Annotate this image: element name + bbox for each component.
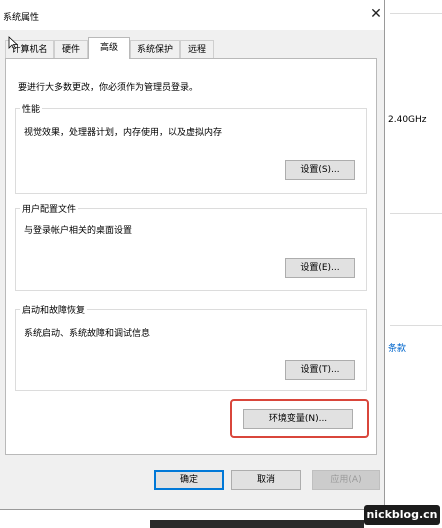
- user-profiles-description: 与登录帐户相关的桌面设置: [24, 226, 133, 236]
- window-title: 系统属性: [3, 13, 40, 23]
- performance-group: [15, 108, 367, 194]
- watermark: nickblog.cn: [364, 505, 440, 525]
- startup-recovery-settings-button[interactable]: 设置(T)...: [285, 360, 355, 380]
- title-bar[interactable]: [0, 0, 384, 30]
- taskbar-fragment: [150, 520, 364, 528]
- cpu-speed-text: 2.40GHz: [388, 115, 427, 125]
- tab-system-protection[interactable]: 系统保护: [130, 40, 180, 58]
- background-window: [385, 0, 442, 528]
- tab-remote[interactable]: 远程: [180, 40, 214, 58]
- tab-hardware[interactable]: 硬件: [54, 40, 88, 58]
- background-divider: [390, 325, 442, 326]
- startup-recovery-description: 系统启动、系统故障和调试信息: [24, 329, 151, 339]
- background-divider: [390, 213, 442, 214]
- cancel-button[interactable]: 取消: [231, 470, 301, 490]
- background-link[interactable]: 条款: [388, 341, 406, 354]
- apply-button: 应用(A): [312, 470, 380, 490]
- background-divider: [390, 13, 442, 14]
- performance-settings-button[interactable]: 设置(S)...: [285, 160, 355, 180]
- close-icon[interactable]: ✕: [368, 5, 384, 23]
- tab-advanced[interactable]: 高级: [88, 37, 130, 59]
- performance-label: 性能: [20, 102, 43, 115]
- cursor-icon: [8, 36, 18, 50]
- highlight-box: [230, 399, 369, 438]
- performance-description: 视觉效果，处理器计划，内存使用，以及虚拟内存: [24, 128, 223, 138]
- user-profiles-label: 用户配置文件: [20, 202, 79, 215]
- user-profiles-group: [15, 208, 367, 291]
- startup-recovery-label: 启动和故障恢复: [20, 303, 88, 316]
- admin-note: 要进行大多数更改，你必须作为管理员登录。: [18, 83, 199, 93]
- ok-button[interactable]: 确定: [154, 470, 224, 490]
- user-profiles-settings-button[interactable]: 设置(E)...: [285, 258, 355, 278]
